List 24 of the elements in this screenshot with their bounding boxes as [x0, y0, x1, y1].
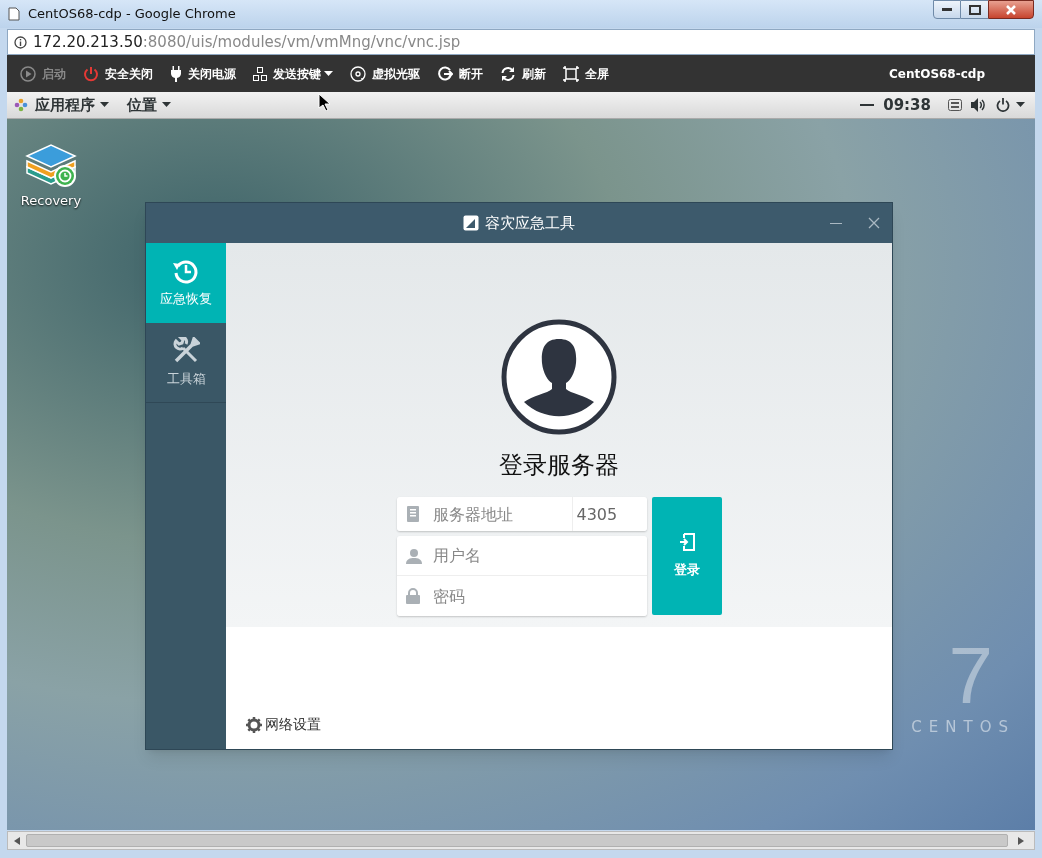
vm-name: CentOS68-cdp — [888, 65, 985, 83]
toolbar-button[interactable]: 关闭电源 — [170, 64, 236, 83]
url-text: 172.20.213.50:8080/uis/modules/vm/vmMng/vnc/vnc.jsp — [33, 31, 461, 53]
toolbar-button[interactable]: 虚拟光驱 — [350, 64, 420, 83]
address-bar[interactable]: 172.20.213.50:8080/uis/modules/vm/vmMng/vnc/vnc.jsp — [7, 29, 1035, 55]
desktop-icon-label[interactable]: Recovery — [20, 191, 82, 211]
toolbar-button[interactable]: 断开 — [437, 64, 483, 83]
clock[interactable]: 09:38 — [883, 93, 931, 117]
network-settings-link[interactable]: 网络设置 — [246, 714, 321, 735]
logo-number: 7 — [948, 635, 993, 716]
window-title: CentOS68-cdp - Google Chrome — [28, 5, 236, 24]
menu-button[interactable]: 位置 — [127, 93, 171, 117]
login-heading: 登录服务器 — [499, 450, 619, 481]
toolbar-button[interactable]: 全屏 — [563, 64, 609, 83]
port-field[interactable]: 4305 — [571, 497, 647, 531]
toolbar-button[interactable]: 发送按键 — [253, 64, 333, 83]
menu-button[interactable]: 应用程序 — [35, 93, 109, 117]
toolbar-button[interactable]: 安全关闭 — [83, 64, 153, 83]
toolbar-button[interactable]: 刷新 — [500, 64, 546, 83]
username-field[interactable]: 用户名 — [396, 536, 647, 576]
server-address-field[interactable]: 服务器地址 — [396, 497, 572, 531]
logo-text: CENTOS — [911, 716, 1015, 738]
app-title: 容灾应急工具 — [485, 212, 575, 234]
password-field[interactable]: 密码 — [396, 576, 647, 616]
